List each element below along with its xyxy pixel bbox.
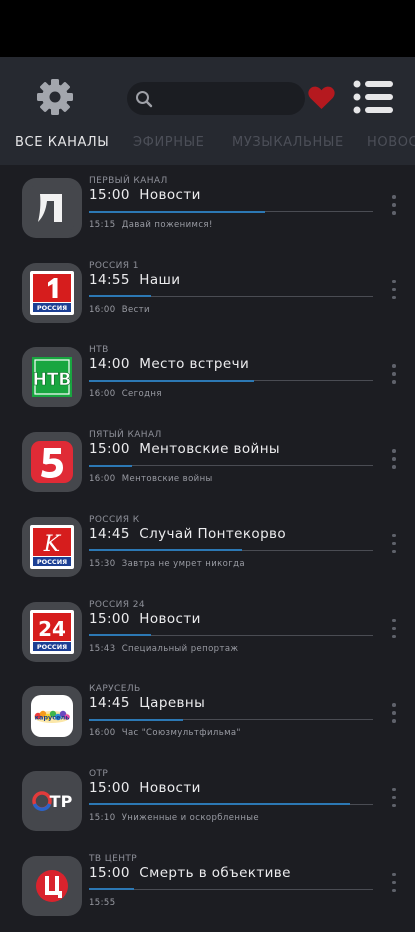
current-program: 15:00 Смерть в объективе (89, 864, 291, 881)
otr-logo: ТР (32, 791, 73, 811)
more-options-icon[interactable] (391, 364, 397, 390)
channel-name: КАРУСЕЛЬ (89, 684, 141, 695)
channel-logo: 24 РОССИЯ (22, 601, 82, 662)
ntv-logo: НТВ (32, 357, 72, 398)
current-program: 15:00 Новости (89, 610, 201, 627)
channel-row[interactable]: ПЯТЫЙ КАНАЛ 15:00 Ментовские войны 16:00… (0, 424, 415, 509)
channel-logo: ТР (22, 770, 82, 831)
channel-name: РОССИЯ К (89, 514, 140, 525)
current-program: 14:45 Случай Понтекорво (89, 525, 287, 542)
tv-centr-logo (36, 869, 68, 902)
category-tabs: ВСЕ КАНАЛЫ ЭФИРНЫЕ МУЗЫКАЛЬНЫЕ НОВОСТ (0, 130, 415, 160)
program-progress (89, 549, 373, 552)
next-program: 16:00 Ментовские войны (89, 474, 213, 485)
current-program: 14:45 Царевны (89, 695, 206, 712)
status-bar (0, 0, 415, 57)
channel-row[interactable]: карусель КАРУСЕЛЬ 14:45 Царевны 16:00 Ча… (0, 678, 415, 763)
svg-text:карусель: карусель (35, 714, 70, 722)
next-program: 16:00 Вести (89, 304, 150, 315)
more-options-icon[interactable] (391, 449, 397, 475)
search-icon (136, 91, 153, 108)
rossiya-24-logo: 24 РОССИЯ (30, 609, 74, 654)
gear-icon[interactable] (36, 78, 74, 116)
svg-text:24: 24 (38, 617, 66, 641)
rossiya-1-logo: РОССИЯ (30, 270, 74, 315)
svg-text:ТР: ТР (50, 792, 73, 811)
program-progress (89, 464, 373, 467)
channel-name: ТВ ЦЕНТР (89, 853, 138, 864)
channel-row[interactable]: ТР ОТР 15:00 Новости 15:10 Униженные и о… (0, 763, 415, 848)
program-progress (89, 295, 373, 298)
perviy-kanal-logo (30, 186, 74, 230)
channel-name: РОССИЯ 24 (89, 599, 145, 610)
heart-icon[interactable] (308, 86, 335, 110)
current-program: 15:00 Ментовские войны (89, 441, 280, 458)
channel-logo (22, 855, 82, 916)
search-input[interactable] (127, 82, 305, 115)
program-progress (89, 718, 373, 721)
current-program: 14:00 Место встречи (89, 356, 250, 373)
next-program: 15:30 Завтра не умрет никогда (89, 558, 246, 569)
next-program: 16:00 Сегодня (89, 389, 162, 400)
more-options-icon[interactable] (391, 533, 397, 560)
rossiya-k-logo: K РОССИЯ (30, 524, 74, 569)
next-program: 15:43 Специальный репортаж (89, 643, 239, 654)
tab-news[interactable]: НОВОСТ (367, 135, 415, 150)
channel-row[interactable]: K РОССИЯ РОССИЯ К 14:45 Случай Понтекорв… (0, 509, 415, 594)
more-options-icon[interactable] (391, 703, 397, 729)
program-progress (89, 379, 373, 382)
svg-text:РОССИЯ: РОССИЯ (37, 558, 67, 566)
more-options-icon[interactable] (391, 787, 397, 814)
current-program: 15:00 Новости (89, 187, 201, 203)
channel-name: НТВ (89, 345, 109, 356)
list-menu-icon[interactable] (353, 80, 393, 114)
channel-logo (22, 432, 82, 493)
channel-name: ПЯТЫЙ КАНАЛ (89, 430, 162, 441)
next-program: 15:10 Униженные и оскорбленные (89, 812, 260, 823)
channel-logo: карусель (22, 686, 82, 747)
channel-row[interactable]: ТВ ЦЕНТР 15:00 Смерть в объективе 15:55 (0, 848, 415, 932)
program-progress (89, 634, 373, 636)
channel-logo: НТВ (22, 347, 82, 408)
svg-text:РОССИЯ: РОССИЯ (37, 304, 67, 312)
current-program: 15:00 Новости (89, 779, 201, 796)
more-options-icon[interactable] (391, 279, 397, 306)
program-progress (89, 210, 373, 213)
next-program: 16:00 Час "Союзмультфильма" (89, 728, 241, 739)
channel-row[interactable]: 24 РОССИЯ РОССИЯ 24 15:00 Новости 15:43 … (0, 594, 415, 679)
svg-text:РОССИЯ: РОССИЯ (37, 643, 67, 651)
channel-name: РОССИЯ 1 (89, 260, 139, 271)
tab-all-channels[interactable]: ВСЕ КАНАЛЫ (15, 135, 109, 150)
channel-logo: РОССИЯ (22, 262, 82, 323)
tab-broadcast[interactable]: ЭФИРНЫЕ (133, 135, 205, 150)
program-progress (89, 888, 373, 891)
karusel-logo: карусель (31, 695, 73, 738)
next-program: 15:15 Давай поженимся! (89, 220, 213, 230)
channel-logo (22, 178, 82, 238)
svg-text:НТВ: НТВ (33, 370, 72, 390)
channel-row[interactable]: НТВ НТВ 14:00 Место встречи 16:00 Сегодн… (0, 339, 415, 424)
channel-name: ОТР (89, 768, 109, 779)
5-kanal-logo (31, 441, 73, 484)
more-options-icon[interactable] (391, 872, 397, 899)
program-progress (89, 803, 373, 806)
channel-logo: K РОССИЯ (22, 516, 82, 577)
current-program: 14:55 Наши (89, 271, 181, 288)
more-options-icon[interactable] (391, 618, 397, 645)
svg-text:K: K (43, 532, 62, 557)
tab-music[interactable]: МУЗЫКАЛЬНЫЕ (232, 135, 344, 150)
channel-name: ПЕРВЫЙ КАНАЛ (89, 176, 168, 186)
channel-row[interactable]: ПЕРВЫЙ КАНАЛ 15:00 Новости 15:15 Давай п… (0, 170, 415, 255)
channel-row[interactable]: РОССИЯ РОССИЯ 1 14:55 Наши 16:00 Вести (0, 255, 415, 340)
next-program: 15:55 (89, 897, 116, 908)
more-options-icon[interactable] (391, 195, 397, 221)
